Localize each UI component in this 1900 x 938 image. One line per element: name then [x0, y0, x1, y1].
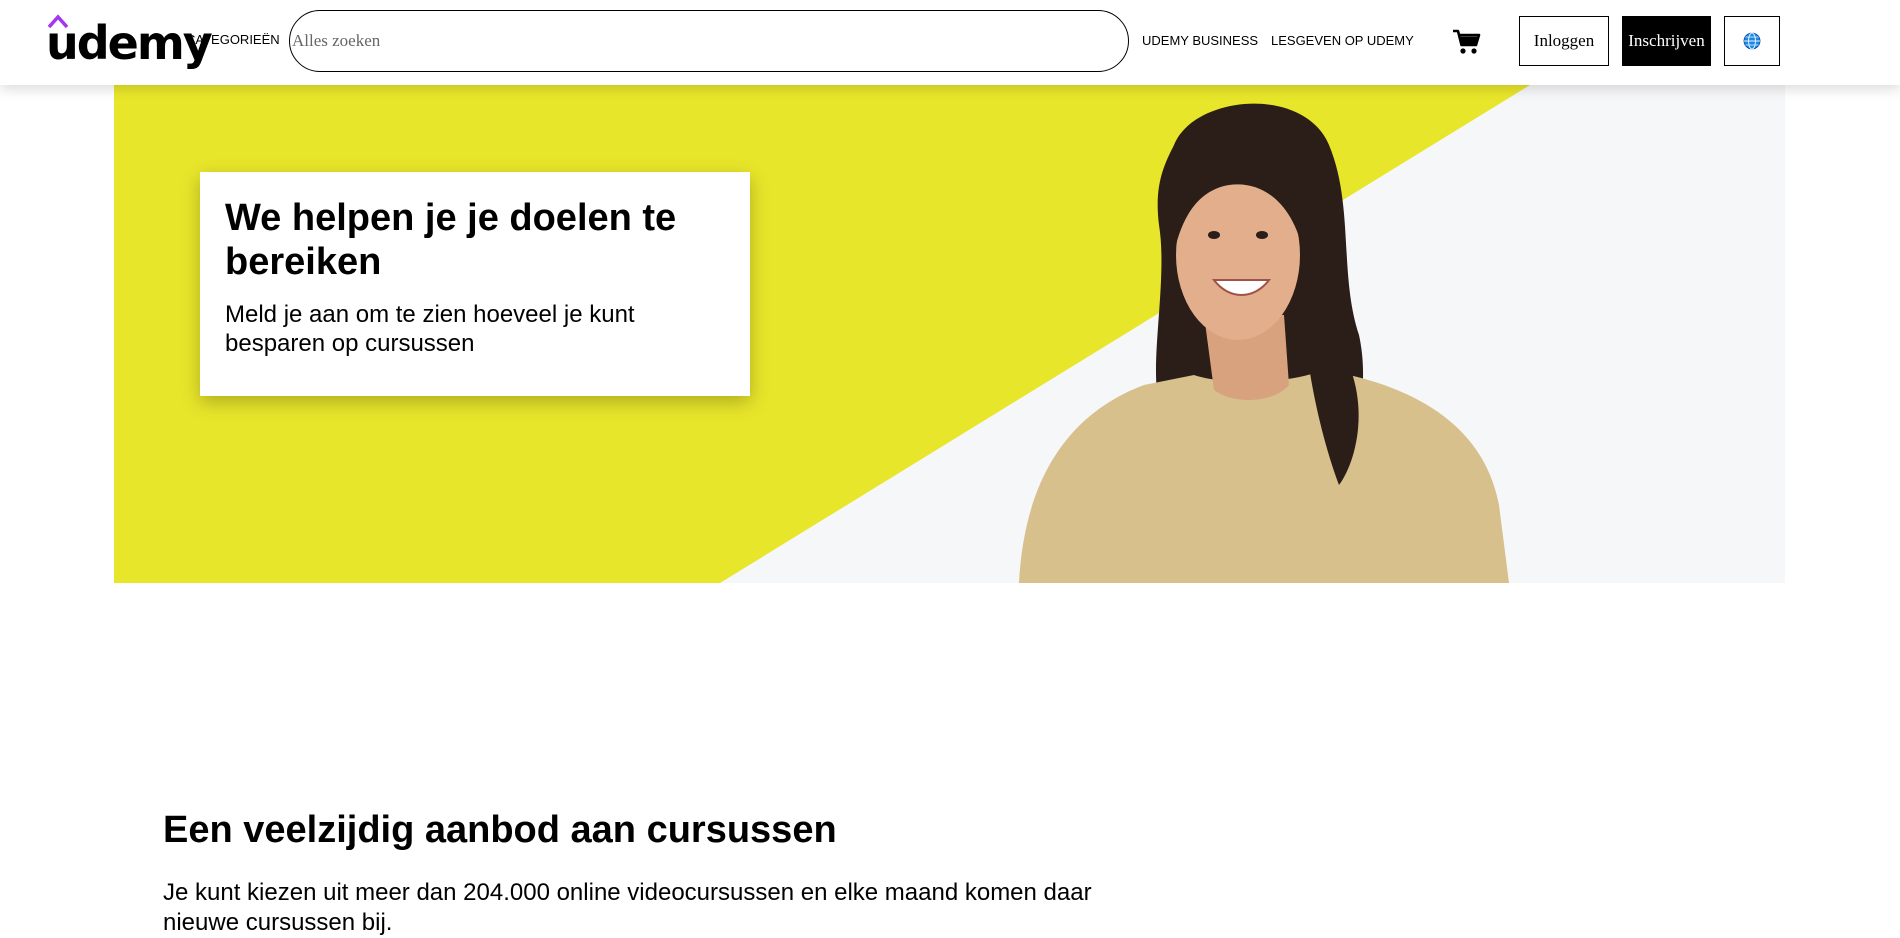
- udemy-logo[interactable]: udemy: [46, 14, 213, 68]
- hero-banner: We helpen je je doelen te bereiken Meld …: [114, 85, 1785, 583]
- login-button[interactable]: Inloggen: [1519, 16, 1609, 66]
- language-button[interactable]: [1724, 16, 1780, 66]
- shopping-cart-icon[interactable]: [1452, 28, 1482, 56]
- section-title: Een veelzijdig aanbod aan cursussen: [163, 809, 837, 851]
- signup-button[interactable]: Inschrijven: [1622, 16, 1711, 66]
- top-navigation-bar: udemy CATEGORIEËN UDEMY BUSINESS LESGEVE…: [0, 0, 1900, 85]
- udemy-business-link[interactable]: UDEMY BUSINESS: [1142, 33, 1258, 48]
- categories-menu[interactable]: CATEGORIEËN: [186, 32, 280, 47]
- teach-on-udemy-link[interactable]: LESGEVEN OP UDEMY: [1271, 33, 1414, 48]
- hero-card: We helpen je je doelen te bereiken Meld …: [200, 172, 750, 396]
- logo-roof-icon: [48, 14, 68, 28]
- search-input[interactable]: [292, 12, 1112, 70]
- hero-subtitle: Meld je aan om te zien hoeveel je kunt b…: [225, 301, 635, 357]
- section-description: Je kunt kiezen uit meer dan 204.000 onli…: [163, 879, 1092, 936]
- globe-icon: [1743, 32, 1761, 50]
- hero-title: We helpen je je doelen te bereiken: [225, 197, 677, 283]
- search-bar: [289, 10, 1129, 72]
